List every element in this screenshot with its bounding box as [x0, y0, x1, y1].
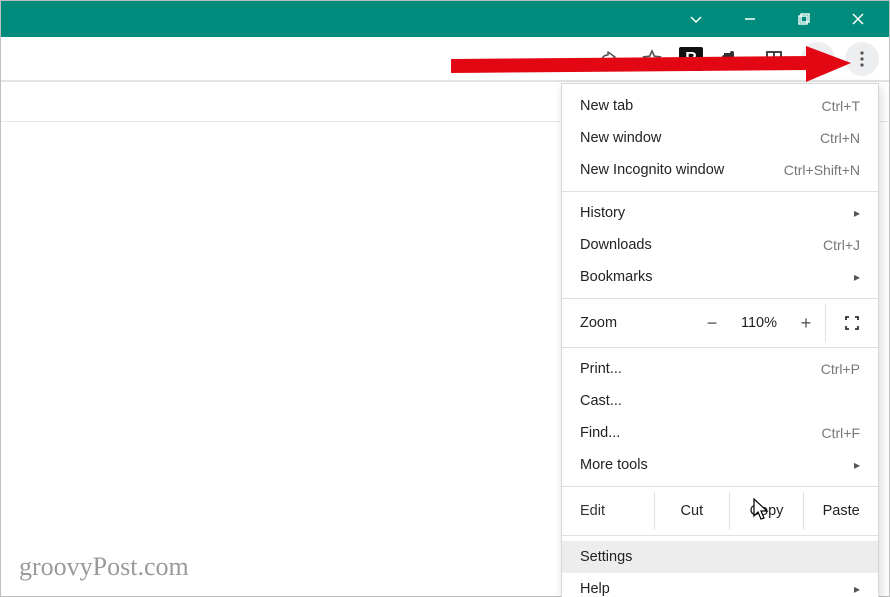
window-titlebar	[1, 1, 889, 37]
menu-shortcut: Ctrl+J	[823, 237, 860, 253]
submenu-arrow-icon: ▸	[854, 270, 860, 284]
menu-label: Find...	[580, 425, 620, 441]
menu-new-window[interactable]: New window Ctrl+N	[562, 122, 878, 154]
zoom-value: 110%	[731, 315, 787, 331]
menu-downloads[interactable]: Downloads Ctrl+J	[562, 229, 878, 261]
close-button[interactable]	[831, 1, 885, 37]
menu-cast[interactable]: Cast...	[562, 385, 878, 417]
menu-shortcut: Ctrl+P	[821, 361, 860, 377]
menu-history[interactable]: History ▸	[562, 197, 878, 229]
menu-label: Cast...	[580, 393, 622, 409]
menu-shortcut: Ctrl+F	[822, 425, 861, 441]
extension-r-icon[interactable]: R	[679, 47, 703, 71]
reading-list-icon[interactable]	[757, 42, 791, 76]
fullscreen-button[interactable]	[826, 315, 878, 331]
edit-label: Edit	[562, 492, 654, 530]
edit-copy-button[interactable]: Copy	[729, 492, 804, 530]
extension-r-label: R	[685, 50, 697, 68]
menu-label: New window	[580, 130, 661, 146]
edit-cut-button[interactable]: Cut	[654, 492, 729, 530]
menu-shortcut: Ctrl+N	[820, 130, 860, 146]
menu-more-tools[interactable]: More tools ▸	[562, 449, 878, 481]
submenu-arrow-icon: ▸	[854, 582, 860, 596]
profile-avatar-icon[interactable]	[801, 42, 835, 76]
browser-window: R New tab Ctrl+T	[0, 0, 890, 597]
browser-toolbar: R	[1, 37, 889, 81]
extensions-puzzle-icon[interactable]	[713, 42, 747, 76]
menu-label: New Incognito window	[580, 162, 724, 178]
menu-separator	[562, 486, 878, 487]
titlebar-chevron-down-icon[interactable]	[669, 1, 723, 37]
browser-main-menu: New tab Ctrl+T New window Ctrl+N New Inc…	[561, 83, 879, 597]
menu-shortcut: Ctrl+T	[822, 98, 861, 114]
menu-label: Help	[580, 581, 610, 597]
submenu-arrow-icon: ▸	[854, 458, 860, 472]
menu-label: More tools	[580, 457, 648, 473]
edit-paste-button[interactable]: Paste	[803, 492, 878, 530]
zoom-label: Zoom	[580, 315, 660, 331]
watermark-text: groovyPost.com	[19, 552, 189, 582]
menu-zoom-row: Zoom − 110% +	[562, 304, 878, 342]
minimize-button[interactable]	[723, 1, 777, 37]
submenu-arrow-icon: ▸	[854, 206, 860, 220]
menu-separator	[562, 347, 878, 348]
menu-print[interactable]: Print... Ctrl+P	[562, 353, 878, 385]
menu-label: Downloads	[580, 237, 652, 253]
menu-edit-row: Edit Cut Copy Paste	[562, 492, 878, 530]
menu-label: Bookmarks	[580, 269, 653, 285]
menu-label: History	[580, 205, 625, 221]
menu-separator	[562, 191, 878, 192]
menu-label: New tab	[580, 98, 633, 114]
zoom-in-button[interactable]: +	[787, 313, 825, 334]
menu-new-incognito[interactable]: New Incognito window Ctrl+Shift+N	[562, 154, 878, 186]
menu-separator	[562, 298, 878, 299]
menu-bookmarks[interactable]: Bookmarks ▸	[562, 261, 878, 293]
menu-label: Settings	[580, 549, 632, 565]
menu-separator	[562, 535, 878, 536]
more-menu-button[interactable]	[845, 42, 879, 76]
menu-shortcut: Ctrl+Shift+N	[784, 162, 860, 178]
menu-label: Print...	[580, 361, 622, 377]
menu-help[interactable]: Help ▸	[562, 573, 878, 597]
menu-settings[interactable]: Settings	[562, 541, 878, 573]
menu-find[interactable]: Find... Ctrl+F	[562, 417, 878, 449]
menu-new-tab[interactable]: New tab Ctrl+T	[562, 90, 878, 122]
favorite-star-icon[interactable]	[635, 42, 669, 76]
zoom-out-button[interactable]: −	[693, 313, 731, 334]
maximize-button[interactable]	[777, 1, 831, 37]
share-icon[interactable]	[591, 42, 625, 76]
